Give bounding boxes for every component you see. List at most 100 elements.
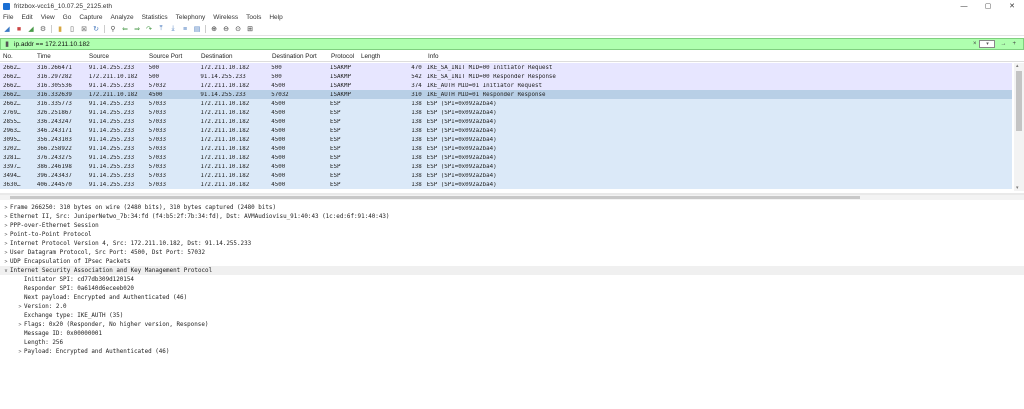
expanded-arrow-icon[interactable]: v: [2, 268, 10, 274]
go-first-icon[interactable]: ⤒: [157, 25, 165, 33]
menu-tools[interactable]: Tools: [246, 14, 261, 21]
collapsed-arrow-icon[interactable]: >: [2, 232, 10, 238]
reload-icon[interactable]: ↻: [92, 25, 100, 33]
colorize-icon[interactable]: ▤: [193, 25, 201, 33]
menu-go[interactable]: Go: [63, 14, 72, 21]
autoscroll-icon[interactable]: ≡: [181, 25, 189, 33]
close-button[interactable]: ✕: [1000, 0, 1024, 12]
collapsed-arrow-icon[interactable]: >: [16, 349, 24, 355]
collapsed-arrow-icon[interactable]: >: [16, 322, 24, 328]
collapsed-arrow-icon[interactable]: >: [2, 250, 10, 256]
packet-list-scrollbar[interactable]: ▴ ▾: [1014, 63, 1024, 191]
cell-source-port: 57033: [148, 145, 167, 152]
detail-tree-item[interactable]: Responder SPI: 0a6140d6eceeb020: [0, 284, 1024, 293]
save-file-icon[interactable]: ▯: [68, 25, 76, 33]
detail-tree-item[interactable]: v Internet Security Association and Key M…: [0, 266, 1024, 275]
menu-capture[interactable]: Capture: [79, 14, 102, 21]
restart-capture-icon[interactable]: ◢: [27, 25, 35, 33]
add-filter-button[interactable]: +: [1009, 39, 1019, 49]
horizontal-scrollbar[interactable]: [0, 195, 1024, 200]
zoom-out-icon[interactable]: ⊖: [222, 25, 230, 33]
menu-wireless[interactable]: Wireless: [213, 14, 238, 21]
table-row[interactable]: 2662… 316.305536 91.14.255.233 57032 172.211…: [0, 81, 1012, 90]
cell-protocol: ESP: [330, 154, 341, 161]
maximize-button[interactable]: ▢: [976, 0, 1000, 12]
table-row[interactable]: 3397… 386.246198 91.14.255.233 57033 172.211…: [0, 162, 1012, 171]
table-row[interactable]: 3281… 376.243275 91.14.255.233 57033 172.211…: [0, 153, 1012, 162]
detail-tree-item[interactable]: > Payload: Encrypted and Authenticated (4…: [0, 347, 1024, 356]
start-capture-icon[interactable]: ◢: [3, 25, 11, 33]
scroll-up-icon[interactable]: ▴: [1016, 63, 1019, 69]
table-row[interactable]: 2662… 316.297282 172.211.10.182 500 91.14.25…: [0, 72, 1012, 81]
detail-tree-item[interactable]: > Point-to-Point Protocol: [0, 230, 1024, 239]
column-header-no[interactable]: No.: [0, 53, 34, 60]
zoom-reset-icon[interactable]: ⊙: [234, 25, 242, 33]
capture-options-icon[interactable]: ⚙: [39, 25, 47, 33]
scrollbar-thumb[interactable]: [1016, 71, 1022, 131]
detail-tree-item[interactable]: > UDP Encapsulation of IPsec Packets: [0, 257, 1024, 266]
collapsed-arrow-icon[interactable]: >: [2, 241, 10, 247]
detail-tree-item[interactable]: Initiator SPI: cd77db309d120154: [0, 275, 1024, 284]
menu-telephony[interactable]: Telephony: [176, 14, 206, 21]
collapsed-arrow-icon[interactable]: >: [2, 223, 10, 229]
bookmark-icon[interactable]: ▮: [3, 40, 11, 48]
table-row[interactable]: 3630… 406.244570 91.14.255.233 57033 172.211…: [0, 180, 1012, 189]
column-header-source-port[interactable]: Source Port: [146, 53, 198, 60]
detail-tree-item[interactable]: Next payload: Encrypted and Authenticate…: [0, 293, 1024, 302]
menu-edit[interactable]: Edit: [21, 14, 32, 21]
collapsed-arrow-icon[interactable]: >: [2, 205, 10, 211]
stop-capture-icon[interactable]: ■: [15, 25, 23, 33]
table-row[interactable]: 2855… 336.243247 91.14.255.233 57033 172.211…: [0, 117, 1012, 126]
table-row[interactable]: 3095… 356.243103 91.14.255.233 57033 172.211…: [0, 135, 1012, 144]
table-row[interactable]: 2662… 316.335773 91.14.255.233 57033 172.211…: [0, 99, 1012, 108]
collapsed-arrow-icon[interactable]: >: [2, 214, 10, 220]
go-last-icon[interactable]: ⤓: [169, 25, 177, 33]
detail-tree-item[interactable]: Exchange type: IKE_AUTH (35): [0, 311, 1024, 320]
cell-destination: 172.211.10.182: [200, 172, 250, 179]
column-header-time[interactable]: Time: [34, 53, 86, 60]
apply-filter-button[interactable]: →: [997, 39, 1009, 49]
detail-tree-item[interactable]: Length: 256: [0, 338, 1024, 347]
table-row-selected[interactable]: 2662… 316.332639 172.211.10.182 4500 91.14.2…: [0, 90, 1012, 99]
menu-statistics[interactable]: Statistics: [142, 14, 168, 21]
open-file-icon[interactable]: ▮: [56, 25, 64, 33]
table-row[interactable]: 3494… 396.243437 91.14.255.233 57033 172.211…: [0, 171, 1012, 180]
horizontal-scrollbar-thumb[interactable]: [10, 196, 860, 199]
collapsed-arrow-icon[interactable]: >: [16, 304, 24, 310]
detail-tree-item[interactable]: > PPP-over-Ethernet Session: [0, 221, 1024, 230]
detail-tree-item[interactable]: > Internet Protocol Version 4, Src: 172.2…: [0, 239, 1024, 248]
detail-tree-item[interactable]: Message ID: 0x00000001: [0, 329, 1024, 338]
display-filter-input[interactable]: [11, 39, 970, 49]
table-row[interactable]: 2662… 316.266471 91.14.255.233 500 172.211.1…: [0, 63, 1012, 72]
go-forward-icon[interactable]: ⇒: [133, 25, 141, 33]
column-header-protocol[interactable]: Protocol: [328, 53, 358, 60]
detail-tree-item[interactable]: > Flags: 0x20 (Responder, No higher versi…: [0, 320, 1024, 329]
collapsed-arrow-icon[interactable]: >: [2, 259, 10, 265]
filter-history-dropdown[interactable]: ▾: [979, 40, 996, 48]
go-back-icon[interactable]: ⇐: [121, 25, 129, 33]
detail-tree-item[interactable]: > Frame 266250: 310 bytes on wire (2480 b…: [0, 203, 1024, 212]
zoom-in-icon[interactable]: ⊕: [210, 25, 218, 33]
menu-view[interactable]: View: [41, 14, 55, 21]
scroll-down-icon[interactable]: ▾: [1016, 185, 1019, 191]
column-header-info[interactable]: Info: [425, 53, 1015, 60]
table-row[interactable]: 3202… 366.258922 91.14.255.233 57033 172.211…: [0, 144, 1012, 153]
close-file-icon[interactable]: ⊠: [80, 25, 88, 33]
detail-tree-item[interactable]: > User Datagram Protocol, Src Port: 4500,…: [0, 248, 1024, 257]
column-header-destination[interactable]: Destination: [198, 53, 269, 60]
table-row[interactable]: 2769… 326.251867 91.14.255.233 57033 172.211…: [0, 108, 1012, 117]
column-header-length[interactable]: Length: [358, 53, 425, 60]
menu-analyze[interactable]: Analyze: [110, 14, 133, 21]
menu-help[interactable]: Help: [269, 14, 282, 21]
detail-tree-item[interactable]: > Version: 2.0: [0, 302, 1024, 311]
clear-filter-button[interactable]: ×: [970, 39, 980, 49]
menu-file[interactable]: File: [3, 14, 13, 21]
find-packet-icon[interactable]: ⚲: [109, 25, 117, 33]
resize-columns-icon[interactable]: ⊞: [246, 25, 254, 33]
minimize-button[interactable]: —: [952, 0, 976, 12]
table-row[interactable]: 2963… 346.243171 91.14.255.233 57033 172.211…: [0, 126, 1012, 135]
go-to-packet-icon[interactable]: ↷: [145, 25, 153, 33]
detail-tree-item[interactable]: > Ethernet II, Src: JuniperNetwo_7b:34:fd…: [0, 212, 1024, 221]
column-header-destination-port[interactable]: Destination Port: [269, 53, 328, 60]
column-header-source[interactable]: Source: [86, 53, 146, 60]
